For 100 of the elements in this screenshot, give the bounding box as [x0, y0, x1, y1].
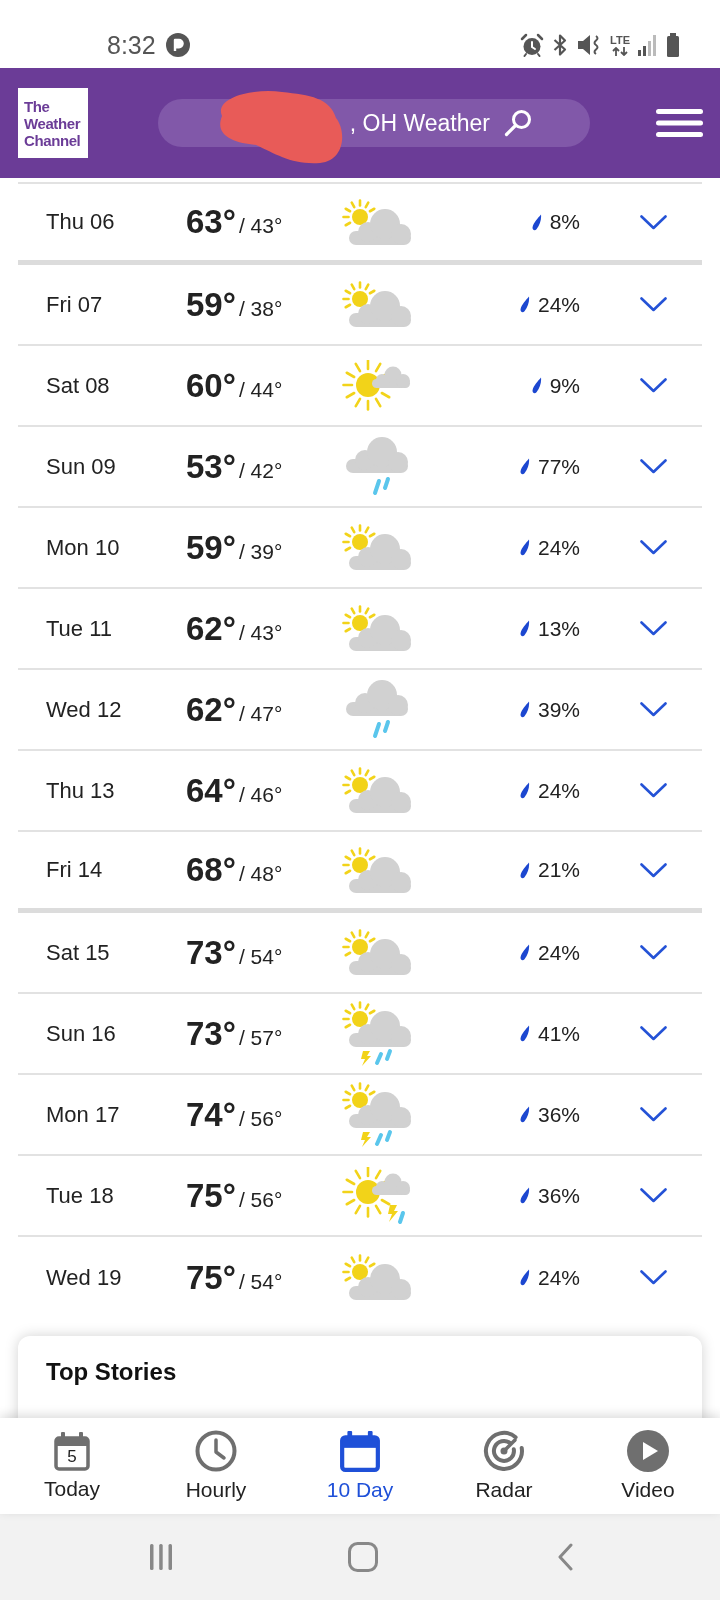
raindrop-icon [519, 620, 530, 637]
low-temp: / 46° [238, 782, 283, 807]
chevron-down-icon[interactable] [640, 621, 667, 636]
network-type: LTE [610, 34, 630, 46]
chevron-down-icon[interactable] [640, 378, 667, 393]
precip-chance: 8% [549, 210, 580, 234]
calendar-date: 5 [66, 1447, 78, 1466]
low-temp: / 39° [238, 539, 283, 564]
sun-cloud-storm-icon [341, 1081, 413, 1148]
search-icon [504, 109, 532, 137]
forecast-row[interactable]: Wed 12 62°/ 47° 39% [18, 670, 702, 751]
chevron-down-icon[interactable] [640, 1270, 667, 1285]
high-temp: 63° [186, 203, 236, 241]
chevron-down-icon[interactable] [640, 214, 667, 230]
precip-chance: 24% [537, 535, 580, 560]
card-title: Top Stories [46, 1358, 177, 1386]
raindrop-icon [519, 782, 530, 799]
precip-chance: 36% [537, 1102, 580, 1127]
calendar-icon [53, 1431, 91, 1471]
low-temp: / 43° [238, 620, 283, 645]
forecast-row[interactable]: Thu 13 64°/ 46° 24% [18, 751, 702, 832]
nav-tab[interactable]: Video [576, 1418, 720, 1514]
nav-tab[interactable]: Radar [432, 1418, 576, 1514]
raindrop-icon [519, 1106, 530, 1123]
recent-apps-icon[interactable] [149, 1543, 173, 1571]
raindrop-icon [531, 377, 542, 394]
day-label: Mon 17 [46, 1101, 121, 1128]
high-temp: 75° [186, 1176, 236, 1215]
day-label: Thu 06 [46, 209, 116, 235]
bluetooth-icon [552, 33, 569, 57]
chevron-down-icon[interactable] [640, 702, 667, 717]
day-label: Fri 07 [46, 291, 104, 318]
forecast-row[interactable]: Thu 06 63°/ 43° 8% [18, 184, 702, 265]
forecast-row[interactable]: Fri 07 59°/ 38° 24% [18, 265, 702, 346]
data-arrows-icon [612, 46, 628, 56]
low-temp: / 43° [238, 214, 283, 238]
day-label: Mon 10 [46, 534, 121, 561]
nav-tab[interactable]: 5 Today [0, 1418, 144, 1514]
low-temp: / 44° [238, 377, 283, 402]
precip-chance: 77% [537, 454, 580, 479]
signal-icon [638, 34, 658, 56]
raindrop-icon [519, 296, 530, 313]
precip-chance: 24% [537, 778, 580, 803]
chevron-down-icon[interactable] [640, 862, 667, 878]
forecast-row[interactable]: Tue 11 62°/ 43° 13% [18, 589, 702, 670]
sun-behind-cloud-icon [341, 524, 413, 571]
day-label: Wed 19 [46, 1264, 123, 1291]
high-temp: 59° [186, 528, 236, 567]
precip-chance: 13% [537, 616, 580, 641]
precip-chance: 39% [537, 697, 580, 722]
chevron-down-icon[interactable] [640, 1026, 667, 1041]
forecast-row[interactable]: Mon 17 74°/ 56° 36% [18, 1075, 702, 1156]
chevron-down-icon[interactable] [640, 783, 667, 798]
alarm-icon [520, 33, 545, 57]
sun-cloud-storm-icon [341, 1000, 413, 1067]
radar-icon [483, 1430, 525, 1472]
nav-tab[interactable]: Hourly [144, 1418, 288, 1514]
chevron-down-icon[interactable] [640, 297, 667, 312]
raindrop-icon [519, 1187, 530, 1204]
high-temp: 64° [186, 771, 236, 810]
raindrop-icon [519, 861, 530, 879]
sun-behind-cloud-icon [341, 846, 413, 894]
raindrop-icon [519, 1025, 530, 1042]
sun-behind-cloud-icon [341, 767, 413, 814]
forecast-row[interactable]: Tue 18 75°/ 56° 36% [18, 1156, 702, 1237]
forecast-row[interactable]: Wed 19 75°/ 54° 24% [18, 1237, 702, 1318]
sun-small-cloud-icon [342, 360, 412, 411]
raindrop-icon [531, 213, 542, 231]
precip-chance: 41% [537, 1021, 580, 1046]
chevron-down-icon[interactable] [640, 459, 667, 474]
chevron-down-icon[interactable] [640, 945, 667, 960]
precip-chance: 24% [537, 1265, 580, 1290]
precip-chance: 24% [537, 292, 580, 317]
sun-behind-cloud-icon [341, 605, 413, 652]
nav-tab[interactable]: 10 Day [288, 1418, 432, 1514]
chevron-down-icon[interactable] [640, 540, 667, 555]
logo[interactable]: The Weather Channel [18, 88, 88, 158]
low-temp: / 54° [238, 944, 283, 969]
raindrop-icon [519, 1269, 530, 1286]
chevron-down-icon[interactable] [640, 1188, 667, 1203]
menu-icon[interactable] [656, 109, 703, 137]
sun-storm-icon [342, 1166, 412, 1225]
high-temp: 60° [186, 366, 236, 405]
high-temp: 68° [186, 851, 236, 889]
low-temp: / 57° [238, 1025, 283, 1050]
forecast-row[interactable]: Mon 10 59°/ 39° 24% [18, 508, 702, 589]
low-temp: / 47° [238, 701, 283, 726]
app-notification-icon [165, 33, 190, 57]
forecast-row[interactable]: Sat 15 73°/ 54° 24% [18, 913, 702, 994]
forecast-row[interactable]: Sun 09 53°/ 42° 77% [18, 427, 702, 508]
chevron-down-icon[interactable] [640, 1107, 667, 1122]
sun-behind-cloud-icon [341, 198, 413, 246]
forecast-row[interactable]: Sun 16 73°/ 57° 41% [18, 994, 702, 1075]
forecast-row[interactable]: Sat 08 60°/ 44° 9% [18, 346, 702, 427]
forecast-row[interactable]: Fri 14 68°/ 48° 21% [18, 832, 702, 913]
home-icon[interactable] [348, 1542, 378, 1572]
low-temp: / 48° [238, 862, 283, 886]
back-icon[interactable] [557, 1543, 573, 1571]
low-temp: / 56° [238, 1187, 283, 1212]
rain-cloud-icon [345, 680, 409, 739]
